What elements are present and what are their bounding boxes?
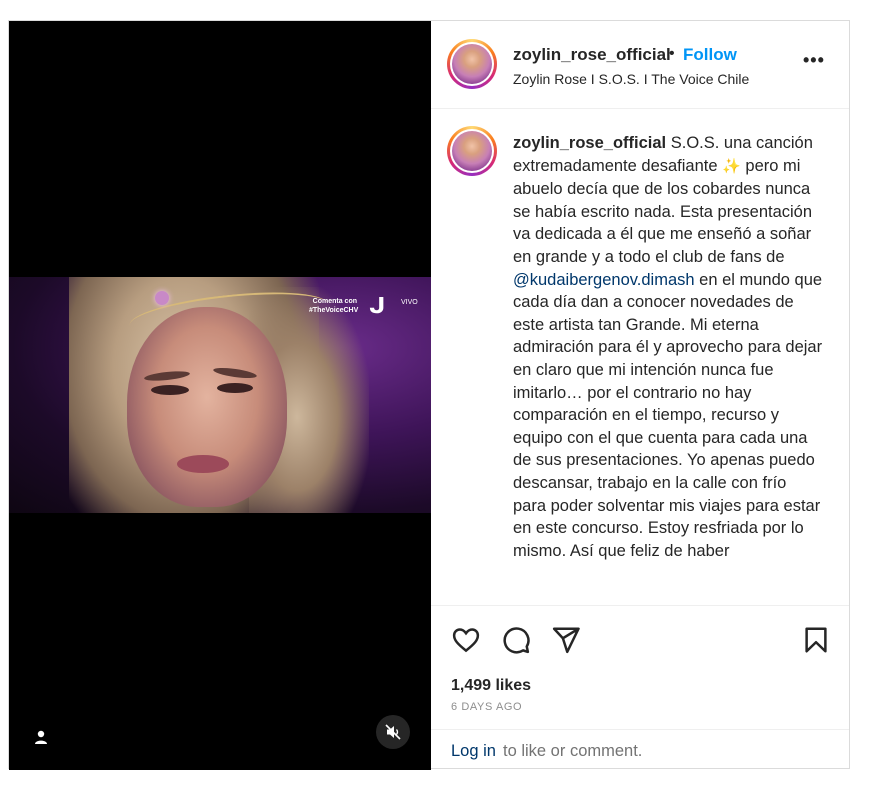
login-link[interactable]: Log in [451, 742, 496, 761]
post-audio-title[interactable]: Zoylin Rose I S.O.S. I The Voice Chile [513, 71, 749, 87]
live-label: VIVO [401, 299, 418, 306]
video-headpiece-gem [155, 291, 169, 305]
more-options-icon[interactable]: ••• [803, 51, 827, 71]
login-prompt-text: to like or comment. [503, 742, 643, 760]
caption-text-3: en el mundo que cada día dan a conocer n… [513, 270, 823, 560]
heart-icon[interactable] [451, 625, 481, 655]
mute-button[interactable] [376, 715, 410, 749]
caption-username[interactable]: zoylin_rose_official [513, 134, 666, 152]
username-link[interactable]: zoylin_rose_official [513, 45, 671, 65]
avatar-image [452, 44, 492, 84]
speaker-muted-icon [385, 724, 401, 740]
action-bar [431, 607, 849, 667]
caption-avatar[interactable] [447, 126, 497, 176]
overlay-line1: Comenta con [312, 298, 357, 305]
post-video[interactable]: Comenta con #TheVoiceCHV ᒍ VIVO [9, 21, 431, 770]
video-eye-right [217, 383, 253, 393]
bookmark-icon[interactable] [801, 625, 831, 655]
channel-logo: ᒍ [369, 293, 386, 318]
broadcast-overlay: Comenta con #TheVoiceCHV ᒍ VIVO [309, 293, 419, 323]
post-caption: zoylin_rose_official S.O.S. una canción … [513, 132, 823, 562]
avatar[interactable] [447, 39, 497, 89]
likes-count[interactable]: 1,499 likes [451, 677, 531, 695]
separator-dot: • [669, 45, 675, 62]
user-tag-icon[interactable] [31, 727, 51, 747]
instagram-post: Comenta con #TheVoiceCHV ᒍ VIVO zoylin_r… [8, 20, 850, 770]
login-bar: Log in to like or comment. [431, 729, 849, 768]
video-eye-left [151, 385, 189, 395]
post-header: zoylin_rose_official • Follow Zoylin Ros… [431, 21, 849, 109]
sparkles-emoji: ✨ [722, 157, 741, 175]
video-frame[interactable]: Comenta con #TheVoiceCHV ᒍ VIVO [9, 277, 431, 513]
broadcast-overlay-text: Comenta con #TheVoiceCHV [309, 297, 359, 315]
avatar-image [452, 131, 492, 171]
mention-link[interactable]: @kudaibergenov.dimash [513, 271, 695, 289]
overlay-line2: #TheVoiceCHV [309, 307, 359, 314]
post-sidebar: zoylin_rose_official • Follow Zoylin Ros… [431, 21, 849, 768]
paper-plane-icon[interactable] [551, 625, 581, 655]
video-lips [177, 455, 229, 473]
post-date[interactable]: 6 DAYS AGO [451, 701, 522, 713]
comments-section[interactable]: zoylin_rose_official S.O.S. una canción … [431, 110, 849, 606]
follow-button[interactable]: Follow [683, 45, 737, 65]
comment-bubble-icon[interactable] [501, 625, 531, 655]
